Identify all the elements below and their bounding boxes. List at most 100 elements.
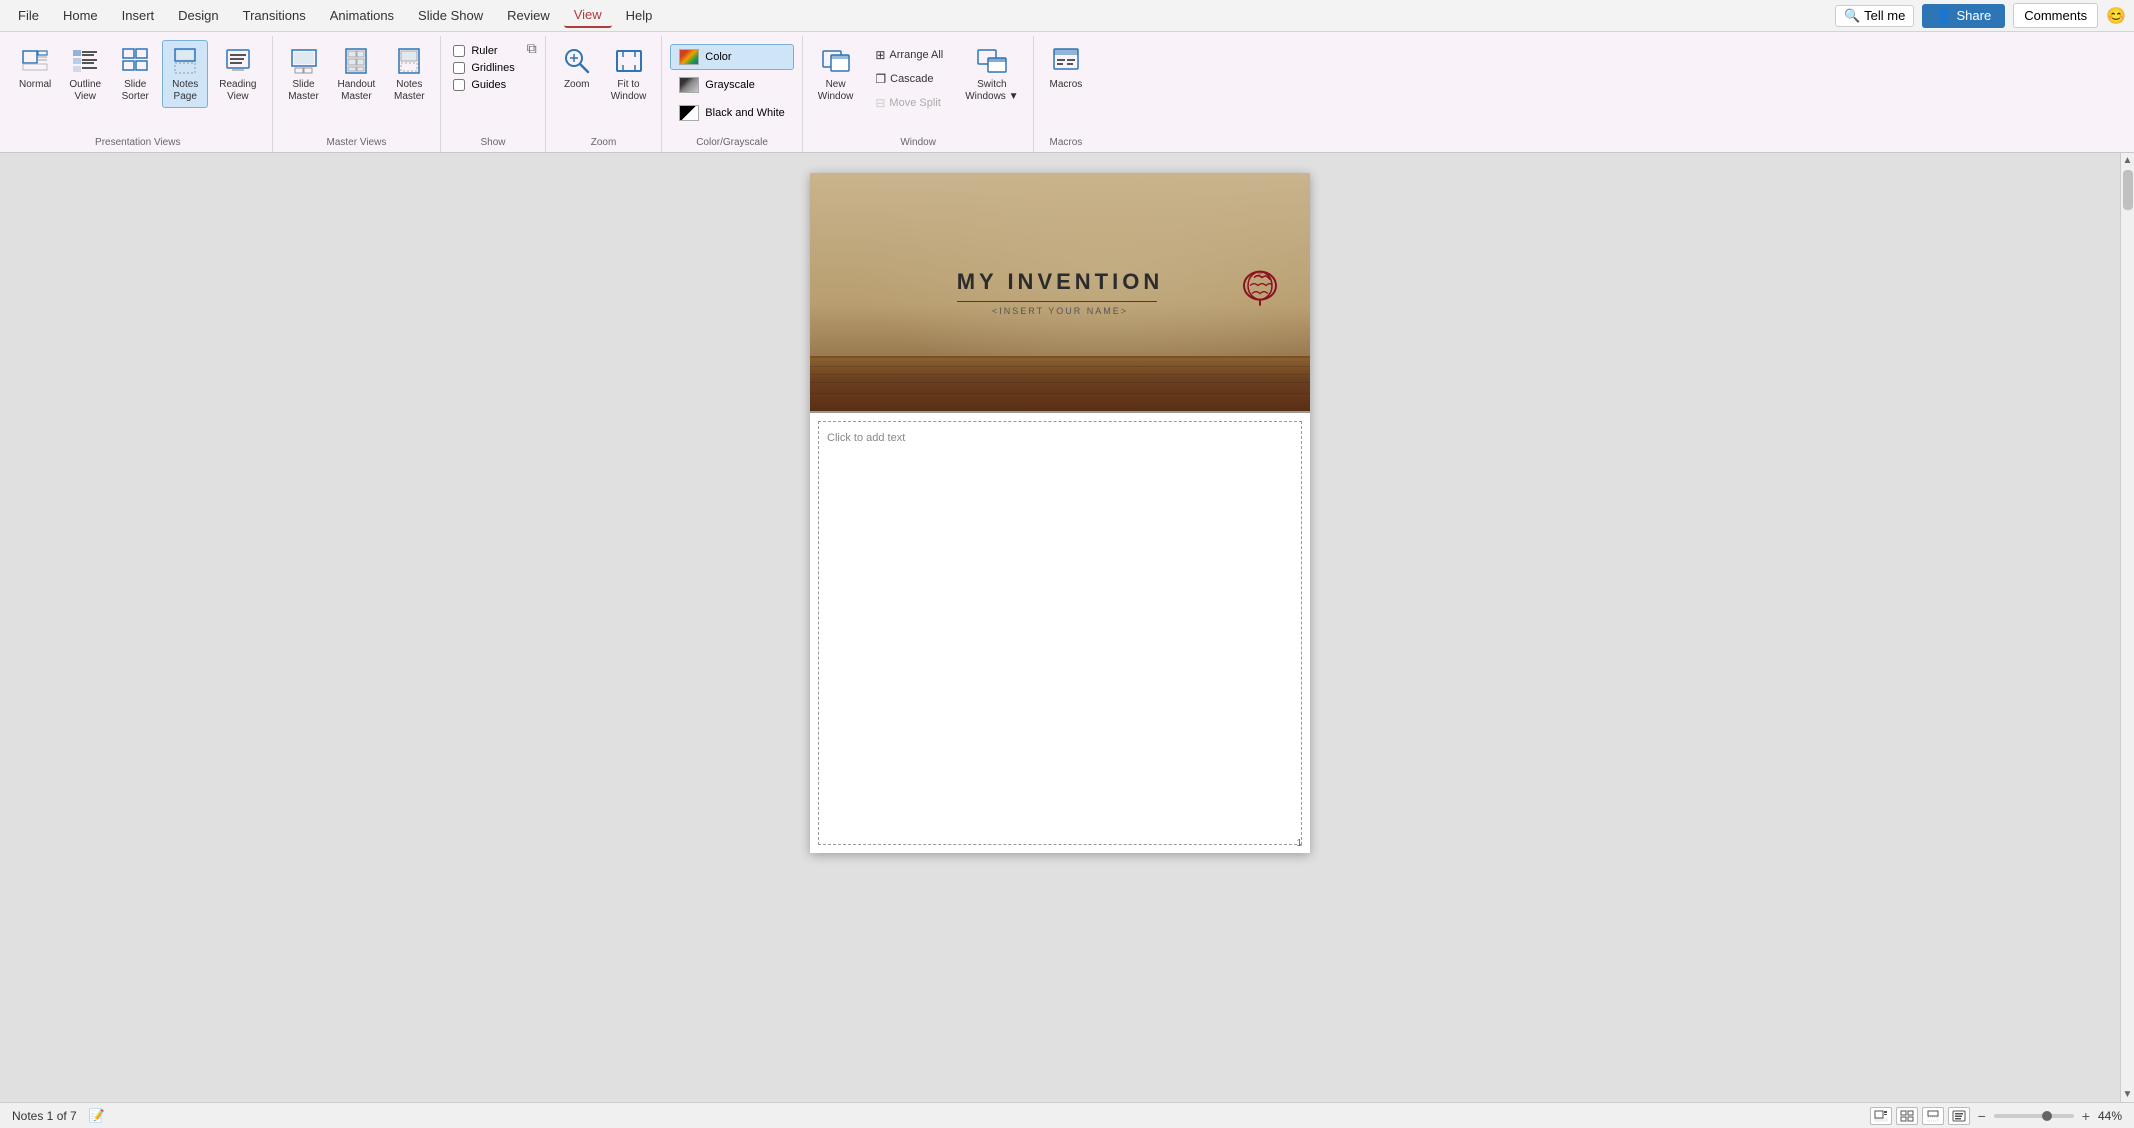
slide-content: MY INVENTION <INSERT YOUR NAME> [810, 173, 1310, 411]
menu-file[interactable]: File [8, 4, 49, 27]
cascade-icon: ❐ [875, 72, 886, 86]
canvas-area[interactable]: MY INVENTION <INSERT YOUR NAME> [0, 153, 2120, 1102]
normal-icon [19, 45, 51, 77]
show-items: Ruler Gridlines Guides ⧉ [449, 36, 536, 134]
menu-transitions[interactable]: Transitions [233, 4, 316, 27]
color-label: Color [705, 51, 731, 63]
notes-text-area[interactable]: Click to add text [818, 421, 1302, 845]
normal-view-btn[interactable] [1870, 1107, 1892, 1125]
group-color-grayscale: Color Grayscale Black and White Color/Gr… [662, 36, 802, 152]
guides-input[interactable] [453, 79, 465, 91]
menu-review[interactable]: Review [497, 4, 560, 27]
zoom-in-icon[interactable]: + [2082, 1108, 2090, 1124]
menu-help[interactable]: Help [616, 4, 663, 27]
switch-windows-label: SwitchWindows ▼ [965, 79, 1018, 103]
comments-label: Comments [2024, 8, 2087, 23]
menu-animations[interactable]: Animations [320, 4, 404, 27]
arrange-all-btn[interactable]: ⊞ Arrange All [866, 44, 952, 66]
menu-design[interactable]: Design [168, 4, 228, 27]
menu-insert[interactable]: Insert [112, 4, 165, 27]
slide-title-area: MY INVENTION <INSERT YOUR NAME> [957, 269, 1164, 316]
gridlines-checkbox[interactable]: Gridlines [449, 61, 518, 75]
reading-view-icon [222, 45, 254, 77]
guides-label: Guides [471, 79, 506, 91]
status-bar: Notes 1 of 7 📝 [0, 1102, 2134, 1128]
notes-page-label: NotesPage [172, 79, 198, 103]
menu-view[interactable]: View [564, 3, 612, 28]
reading-view-status-btn[interactable] [1948, 1107, 1970, 1125]
fit-to-window-btn[interactable]: Fit toWindow [604, 40, 654, 108]
reading-view-btn[interactable]: ReadingView [212, 40, 263, 108]
slide-thumbnail: MY INVENTION <INSERT YOUR NAME> [810, 173, 1310, 413]
notes-view-icon[interactable]: 📝 [89, 1108, 105, 1124]
notes-master-label: NotesMaster [394, 79, 425, 103]
grayscale-btn[interactable]: Grayscale [670, 72, 793, 98]
master-views-label: Master Views [281, 134, 433, 152]
cascade-btn[interactable]: ❐ Cascade [866, 68, 952, 90]
zoom-slider[interactable] [1994, 1114, 2074, 1118]
move-split-btn[interactable]: ⊟ Move Split [866, 92, 952, 114]
zoom-thumb[interactable] [2042, 1111, 2052, 1121]
zoom-icon [561, 45, 593, 77]
presentation-views-items: Normal [12, 36, 264, 134]
black-white-label: Black and White [705, 107, 784, 119]
normal-btn[interactable]: Normal [12, 40, 58, 96]
handout-master-btn[interactable]: HandoutMaster [331, 40, 383, 108]
share-button[interactable]: 👤 Share [1922, 4, 2005, 28]
zoom-out-icon[interactable]: − [1978, 1108, 1986, 1124]
group-window: NewWindow ⊞ Arrange All ❐ Cascade ⊟ Move… [803, 36, 1035, 152]
color-grayscale-label: Color/Grayscale [670, 134, 793, 152]
ruler-label: Ruler [471, 45, 497, 57]
menu-slideshow[interactable]: Slide Show [408, 4, 493, 27]
ribbon-content: Normal [0, 32, 2134, 152]
show-checkboxes: Ruler Gridlines Guides [449, 40, 518, 96]
new-window-label: NewWindow [818, 79, 854, 103]
outline-view-label: OutlineView [69, 79, 101, 103]
vertical-scrollbar[interactable]: ▲ ▼ [2120, 153, 2134, 1102]
notes-master-btn[interactable]: NotesMaster [386, 40, 432, 108]
show-dialog-icon[interactable]: ⧉ [527, 40, 537, 57]
macros-btn[interactable]: Macros [1042, 40, 1089, 96]
switch-windows-icon [976, 45, 1008, 77]
color-btn[interactable]: Color [670, 44, 793, 70]
group-master-views: SlideMaster Handout [273, 36, 442, 152]
ruler-input[interactable] [453, 45, 465, 57]
master-views-items: SlideMaster Handout [281, 36, 433, 134]
slide-master-icon [288, 45, 320, 77]
scroll-down-arrow[interactable]: ▼ [2121, 1087, 2134, 1102]
color-swatch [679, 49, 699, 65]
slide-master-btn[interactable]: SlideMaster [281, 40, 327, 108]
window-items: NewWindow ⊞ Arrange All ❐ Cascade ⊟ Move… [811, 36, 1026, 134]
grayscale-label: Grayscale [705, 79, 755, 91]
menu-home[interactable]: Home [53, 4, 108, 27]
notes-info: Notes 1 of 7 [12, 1109, 77, 1123]
notes-page-view-btn[interactable] [1922, 1107, 1944, 1125]
share-icon: 👤 [1936, 8, 1952, 24]
black-white-btn[interactable]: Black and White [670, 100, 793, 126]
grayscale-swatch [679, 77, 699, 93]
slide-sorter-view-btn[interactable] [1896, 1107, 1918, 1125]
notes-master-icon [393, 45, 425, 77]
slide-subtitle: <INSERT YOUR NAME> [957, 306, 1164, 316]
scroll-track[interactable] [2121, 168, 2134, 1087]
new-window-icon [820, 45, 852, 77]
scroll-thumb[interactable] [2123, 170, 2133, 210]
slide-underline [957, 301, 1157, 302]
switch-windows-btn[interactable]: SwitchWindows ▼ [958, 40, 1025, 108]
comments-button[interactable]: Comments [2013, 3, 2098, 28]
menu-bar-right: 🔍 Tell me 👤 Share Comments 😊 [1835, 3, 2126, 28]
outline-view-btn[interactable]: OutlineView [62, 40, 108, 108]
new-window-btn[interactable]: NewWindow [811, 40, 861, 108]
guides-checkbox[interactable]: Guides [449, 78, 518, 92]
scroll-up-arrow[interactable]: ▲ [2121, 153, 2134, 168]
handout-master-label: HandoutMaster [338, 79, 376, 103]
slide-master-label: SlideMaster [288, 79, 319, 103]
zoom-btn[interactable]: Zoom [554, 40, 600, 96]
notes-page: MY INVENTION <INSERT YOUR NAME> [810, 173, 1310, 853]
ruler-checkbox[interactable]: Ruler [449, 44, 518, 58]
gridlines-input[interactable] [453, 62, 465, 74]
notes-page-btn[interactable]: NotesPage [162, 40, 208, 108]
search-bar[interactable]: 🔍 Tell me [1835, 5, 1914, 27]
view-buttons [1870, 1107, 1970, 1125]
slide-sorter-btn[interactable]: SlideSorter [112, 40, 158, 108]
